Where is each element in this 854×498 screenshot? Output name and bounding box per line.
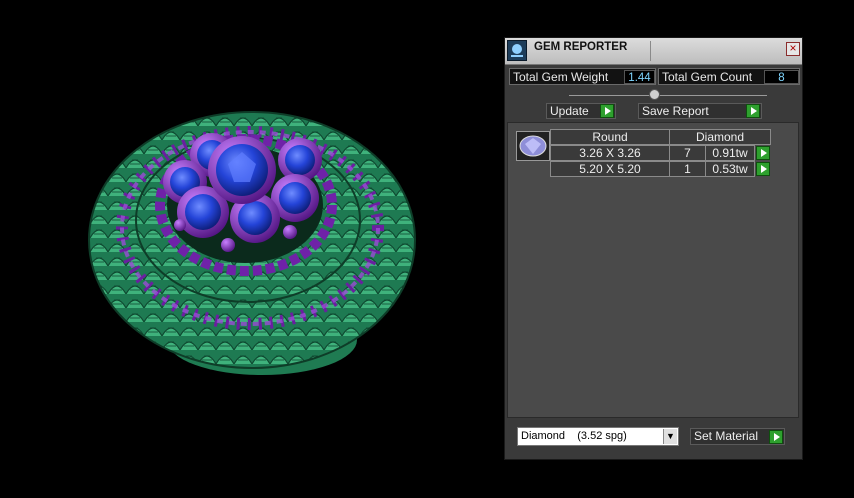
title-divider [650, 41, 651, 61]
row-weight: 0.91tw [705, 145, 755, 161]
report-area: Round Diamond 3.26 X 3.26 7 0.91tw 5.20 … [507, 122, 799, 418]
ring-render [88, 111, 416, 375]
play-arrow-icon[interactable] [600, 104, 614, 118]
save-report-button[interactable]: Save Report [638, 103, 762, 119]
set-material-label: Set Material [694, 429, 759, 443]
play-arrow-icon[interactable] [756, 146, 770, 160]
title-bar[interactable]: GEM REPORTER × [505, 38, 802, 65]
total-gem-weight-box: Total Gem Weight 1.44 [509, 68, 656, 85]
row-weight: 0.53tw [705, 161, 755, 177]
gem-round-diamond-icon [516, 131, 550, 161]
row-size: 3.26 X 3.26 [550, 145, 670, 161]
panel-slider-track [569, 95, 767, 96]
panel-title: GEM REPORTER [534, 41, 628, 53]
total-gem-weight-value: 1.44 [624, 70, 655, 84]
play-arrow-icon[interactable] [746, 104, 760, 118]
play-arrow-icon[interactable] [756, 162, 770, 176]
total-gem-count-label: Total Gem Count [662, 70, 753, 84]
gem-reporter-panel: GEM REPORTER × Total Gem Weight 1.44 Tot… [504, 37, 803, 460]
table-header-shape: Round [550, 129, 670, 145]
total-gem-weight-label: Total Gem Weight [513, 70, 609, 84]
table-header-material: Diamond [669, 129, 771, 145]
material-select-value: Diamond (3.52 spg) [521, 430, 627, 442]
update-label: Update [550, 104, 589, 118]
set-material-button[interactable]: Set Material [690, 428, 785, 445]
update-button[interactable]: Update [546, 103, 616, 119]
save-report-label: Save Report [642, 104, 709, 118]
total-gem-count-box: Total Gem Count 8 [658, 68, 800, 85]
material-select[interactable]: Diamond (3.52 spg) ▼ [517, 427, 679, 446]
panel-slider-knob[interactable] [649, 89, 660, 100]
play-arrow-icon[interactable] [769, 430, 783, 444]
total-gem-count-value: 8 [764, 70, 799, 84]
close-icon[interactable]: × [786, 42, 800, 56]
chevron-down-icon[interactable]: ▼ [663, 429, 677, 444]
3d-viewport[interactable] [0, 0, 500, 493]
row-count: 1 [669, 161, 706, 177]
gem-reporter-app-icon [507, 40, 527, 61]
row-count: 7 [669, 145, 706, 161]
row-size: 5.20 X 5.20 [550, 161, 670, 177]
